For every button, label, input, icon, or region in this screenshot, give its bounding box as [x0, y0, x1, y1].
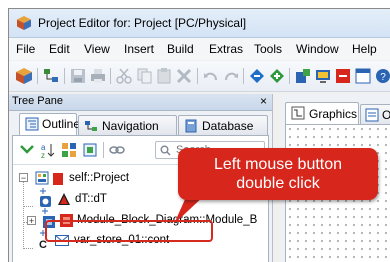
callout-line-1: Left mouse button — [213, 156, 343, 173]
print-icon[interactable] — [89, 67, 107, 85]
menu-extras[interactable]: Extras — [209, 42, 243, 56]
toolbar-separator — [103, 142, 104, 158]
navigation-icon — [84, 119, 98, 133]
toolbar-separator — [289, 68, 290, 84]
svg-text:z: z — [41, 151, 45, 159]
datatype-icon — [57, 192, 71, 209]
close-icon[interactable]: × — [260, 94, 267, 108]
link-icon[interactable] — [108, 141, 126, 159]
tree-pane-title: Tree Pane — [12, 95, 63, 107]
tree-node-label: dT::dT — [75, 193, 107, 205]
rebuild-icon[interactable] — [268, 67, 286, 85]
toolbar-separator — [37, 68, 38, 84]
paste-icon[interactable] — [155, 67, 173, 85]
database-icon — [184, 119, 198, 133]
help-icon[interactable]: ? — [374, 67, 390, 85]
project-node-icon — [35, 171, 49, 188]
title-bar: Project Editor for: Project [PC/Physical… — [9, 9, 390, 38]
sort-icon[interactable]: az — [39, 141, 57, 159]
undo-icon[interactable] — [202, 67, 220, 85]
build-icon[interactable] — [248, 67, 266, 85]
app-icon — [16, 15, 32, 31]
cut-icon[interactable] — [115, 67, 133, 85]
tree-node-label: self::Project — [69, 172, 130, 184]
document-icon — [365, 108, 379, 125]
tree-connector — [23, 248, 33, 249]
project-icon[interactable] — [15, 67, 33, 85]
expander-expand-icon[interactable]: + — [27, 216, 36, 226]
tab-other-label: O — [382, 108, 390, 122]
menu-file[interactable]: File — [16, 42, 35, 56]
menu-view[interactable]: View — [84, 42, 110, 56]
tree-pane-header: Tree Pane × — [9, 94, 272, 111]
tree-connector — [23, 176, 24, 249]
menu-bar: File Edit View Insert Build Extras Tools… — [9, 38, 390, 60]
tab-database-label: Database — [202, 119, 254, 133]
tab-outline-label: Outline — [42, 117, 81, 131]
toolbar-separator — [197, 68, 198, 84]
expander-collapse-icon[interactable]: − — [19, 173, 28, 183]
collapse-icon[interactable] — [18, 141, 36, 159]
tab-outline[interactable]: Outline — [19, 113, 81, 136]
tab-other[interactable]: O — [360, 104, 390, 125]
callout-annotation: Left mouse button double click — [178, 148, 378, 200]
toolbar-separator — [110, 68, 111, 84]
window-icon[interactable] — [354, 67, 372, 85]
menu-window[interactable]: Window — [296, 42, 339, 56]
redo-icon[interactable] — [222, 67, 240, 85]
tab-navigation-label: Navigation — [102, 119, 159, 133]
main-toolbar: ? — [9, 61, 390, 92]
tab-graphics[interactable]: Graphics — [285, 102, 359, 125]
project-node-icon — [52, 172, 64, 189]
menu-help[interactable]: Help — [352, 42, 377, 56]
menu-insert[interactable]: Insert — [124, 42, 154, 56]
outline-icon — [25, 117, 39, 131]
save-icon[interactable] — [69, 67, 87, 85]
copy-icon[interactable] — [135, 67, 153, 85]
menu-build[interactable]: Build — [167, 42, 194, 56]
window-title: Project Editor for: Project [PC/Physical… — [38, 16, 247, 30]
download-icon[interactable] — [294, 67, 312, 85]
menu-edit[interactable]: Edit — [49, 42, 70, 56]
filter-icon[interactable] — [81, 141, 99, 159]
tree-connector — [23, 206, 33, 207]
search-icon — [160, 145, 171, 159]
monitor-icon[interactable] — [314, 67, 332, 85]
tab-graphics-label: Graphics — [309, 107, 358, 121]
structure-icon[interactable] — [42, 67, 60, 85]
menu-tools[interactable]: Tools — [254, 42, 282, 56]
toolbar-separator — [243, 68, 244, 84]
graphics-icon — [291, 106, 305, 123]
tab-database[interactable]: Database — [178, 115, 268, 135]
group-icon[interactable] — [60, 141, 78, 159]
toolbar-separator — [64, 68, 65, 84]
tree-pane-tabs: Outline Navigation Database — [9, 113, 272, 136]
svg-text:?: ? — [380, 72, 386, 83]
online-icon[interactable] — [334, 67, 352, 85]
callout-line-2: double click — [236, 175, 320, 192]
tab-navigation[interactable]: Navigation — [78, 115, 177, 135]
delete-icon[interactable] — [175, 67, 193, 85]
